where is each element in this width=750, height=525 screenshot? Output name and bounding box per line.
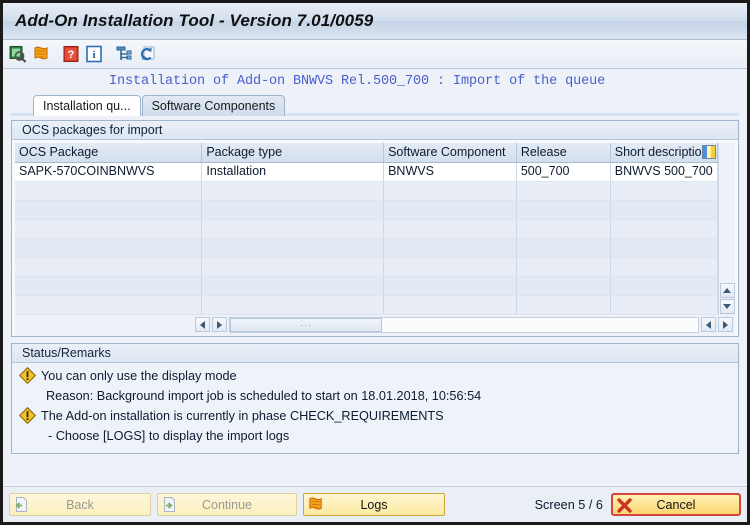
table-row-empty[interactable] (15, 276, 718, 296)
back-button[interactable]: Back (9, 493, 151, 516)
page-forward-icon (161, 496, 178, 513)
screen-headline: Installation of Add-on BNWVS Rel.500_700… (109, 73, 606, 89)
help-question-icon[interactable]: ? (61, 44, 81, 64)
column-header-short-description-label: Short description (614, 144, 709, 159)
status-line: You can only use the display mode (18, 366, 732, 386)
window-titlebar: Add-On Installation Tool - Version 7.01/… (3, 3, 747, 40)
table-row-empty[interactable] (15, 200, 718, 220)
continue-button[interactable]: Continue (157, 493, 297, 516)
scroll-left-icon-right-group[interactable] (701, 317, 716, 332)
tab-software-components[interactable]: Software Components (141, 95, 286, 116)
logs-button-label: Logs (360, 497, 388, 512)
table-row-empty[interactable] (15, 181, 718, 201)
hscroll-track[interactable]: ··· (229, 317, 699, 333)
cell-short-description: BNWVS 500_700 (610, 162, 718, 182)
status-remarks-panel: Status/Remarks You can only use the disp… (11, 342, 739, 454)
scroll-right-icon[interactable] (212, 317, 227, 332)
hscroll-thumb[interactable]: ··· (230, 318, 382, 332)
ocs-grid-main: OCS Package Package type Software Compon… (15, 143, 718, 315)
red-x-icon (616, 497, 633, 514)
logs-scroll-icon (307, 496, 324, 513)
screen-headline-row: Installation of Add-on BNWVS Rel.500_700… (3, 69, 747, 93)
scroll-left-icon[interactable] (195, 317, 210, 332)
tab-installation-queue[interactable]: Installation qu... (33, 95, 141, 116)
display-search-icon[interactable] (8, 44, 28, 64)
status-line-text: The Add-on installation is currently in … (41, 408, 444, 423)
footer-button-bar: Back Continue Logs Screen 5 / 6 Cancel (3, 486, 747, 522)
table-row[interactable]: SAPK-570COINBNWVS Installation BNWVS 500… (15, 162, 718, 182)
table-header-row: OCS Package Package type Software Compon… (15, 143, 718, 163)
cancel-button-label: Cancel (656, 497, 696, 512)
toolbar: ? i (3, 40, 747, 69)
ocs-grid-wrapper: OCS Package Package type Software Compon… (12, 140, 738, 336)
svg-text:?: ? (68, 49, 75, 61)
ocs-packages-panel-title: OCS packages for import (12, 121, 738, 140)
table-row-empty[interactable] (15, 257, 718, 277)
scroll-right-icon-right-group[interactable] (718, 317, 733, 332)
status-line: The Add-on installation is currently in … (18, 406, 732, 426)
logs-scroll-icon[interactable] (31, 44, 51, 64)
hscroll-thumb-label: ··· (300, 320, 312, 330)
scroll-up-icon[interactable] (719, 282, 735, 298)
column-header-short-description[interactable]: Short description (610, 143, 718, 163)
cancel-button[interactable]: Cancel (611, 493, 741, 516)
toolbar-divider-2 (107, 45, 111, 63)
status-line: - Choose [LOGS] to display the import lo… (18, 426, 732, 446)
column-header-package-type[interactable]: Package type (201, 143, 385, 163)
status-line-text: Reason: Background import job is schedul… (46, 388, 482, 403)
svg-text:i: i (92, 49, 95, 61)
tools-network-icon[interactable] (114, 44, 134, 64)
status-remarks-title: Status/Remarks (12, 343, 738, 363)
table-vertical-scrollbar[interactable] (718, 143, 735, 315)
toolbar-divider (54, 45, 58, 63)
tab-installation-queue-label: Installation qu... (43, 99, 131, 113)
table-horizontal-scrollbar[interactable]: ··· (15, 314, 735, 336)
info-icon[interactable]: i (84, 44, 104, 64)
column-header-software-component[interactable]: Software Component (383, 143, 517, 163)
column-header-ocs-package[interactable]: OCS Package (15, 143, 203, 163)
sap-addon-installation-window: Add-On Installation Tool - Version 7.01/… (0, 0, 750, 525)
warning-icon (18, 366, 37, 384)
cell-ocs-package: SAPK-570COINBNWVS (15, 162, 203, 182)
scroll-down-icon[interactable] (719, 298, 735, 314)
status-line-text: You can only use the display mode (41, 368, 237, 383)
warning-icon (18, 406, 37, 424)
cell-package-type: Installation (201, 162, 385, 182)
screen-body: OCS packages for import OCS Package Pack… (3, 116, 747, 486)
logs-button[interactable]: Logs (303, 493, 445, 516)
status-line-text: - Choose [LOGS] to display the import lo… (48, 428, 290, 443)
table-row-empty[interactable] (15, 295, 718, 315)
cell-release: 500_700 (516, 162, 611, 182)
refresh-icon[interactable] (137, 44, 157, 64)
status-line: Reason: Background import job is schedul… (18, 386, 732, 406)
column-settings-icon[interactable] (702, 145, 716, 159)
screen-indicator: Screen 5 / 6 (534, 497, 603, 512)
continue-button-label: Continue (201, 497, 253, 512)
table-row-empty[interactable] (15, 238, 718, 258)
tabstrip: Installation qu... Software Components (3, 93, 747, 116)
column-header-release[interactable]: Release (516, 143, 611, 163)
page-back-icon (13, 496, 30, 513)
tab-software-components-label: Software Components (151, 99, 276, 113)
status-remarks-list: You can only use the display mode Reason… (12, 363, 738, 453)
cell-software-component: BNWVS (383, 162, 517, 182)
table-row-empty[interactable] (15, 219, 718, 239)
ocs-packages-table: OCS Package Package type Software Compon… (15, 143, 718, 315)
ocs-grid-inner: OCS Package Package type Software Compon… (15, 143, 735, 315)
window-title: Add-On Installation Tool - Version 7.01/… (15, 11, 374, 30)
back-button-label: Back (66, 497, 94, 512)
ocs-packages-panel: OCS packages for import OCS Package Pack… (11, 120, 739, 337)
